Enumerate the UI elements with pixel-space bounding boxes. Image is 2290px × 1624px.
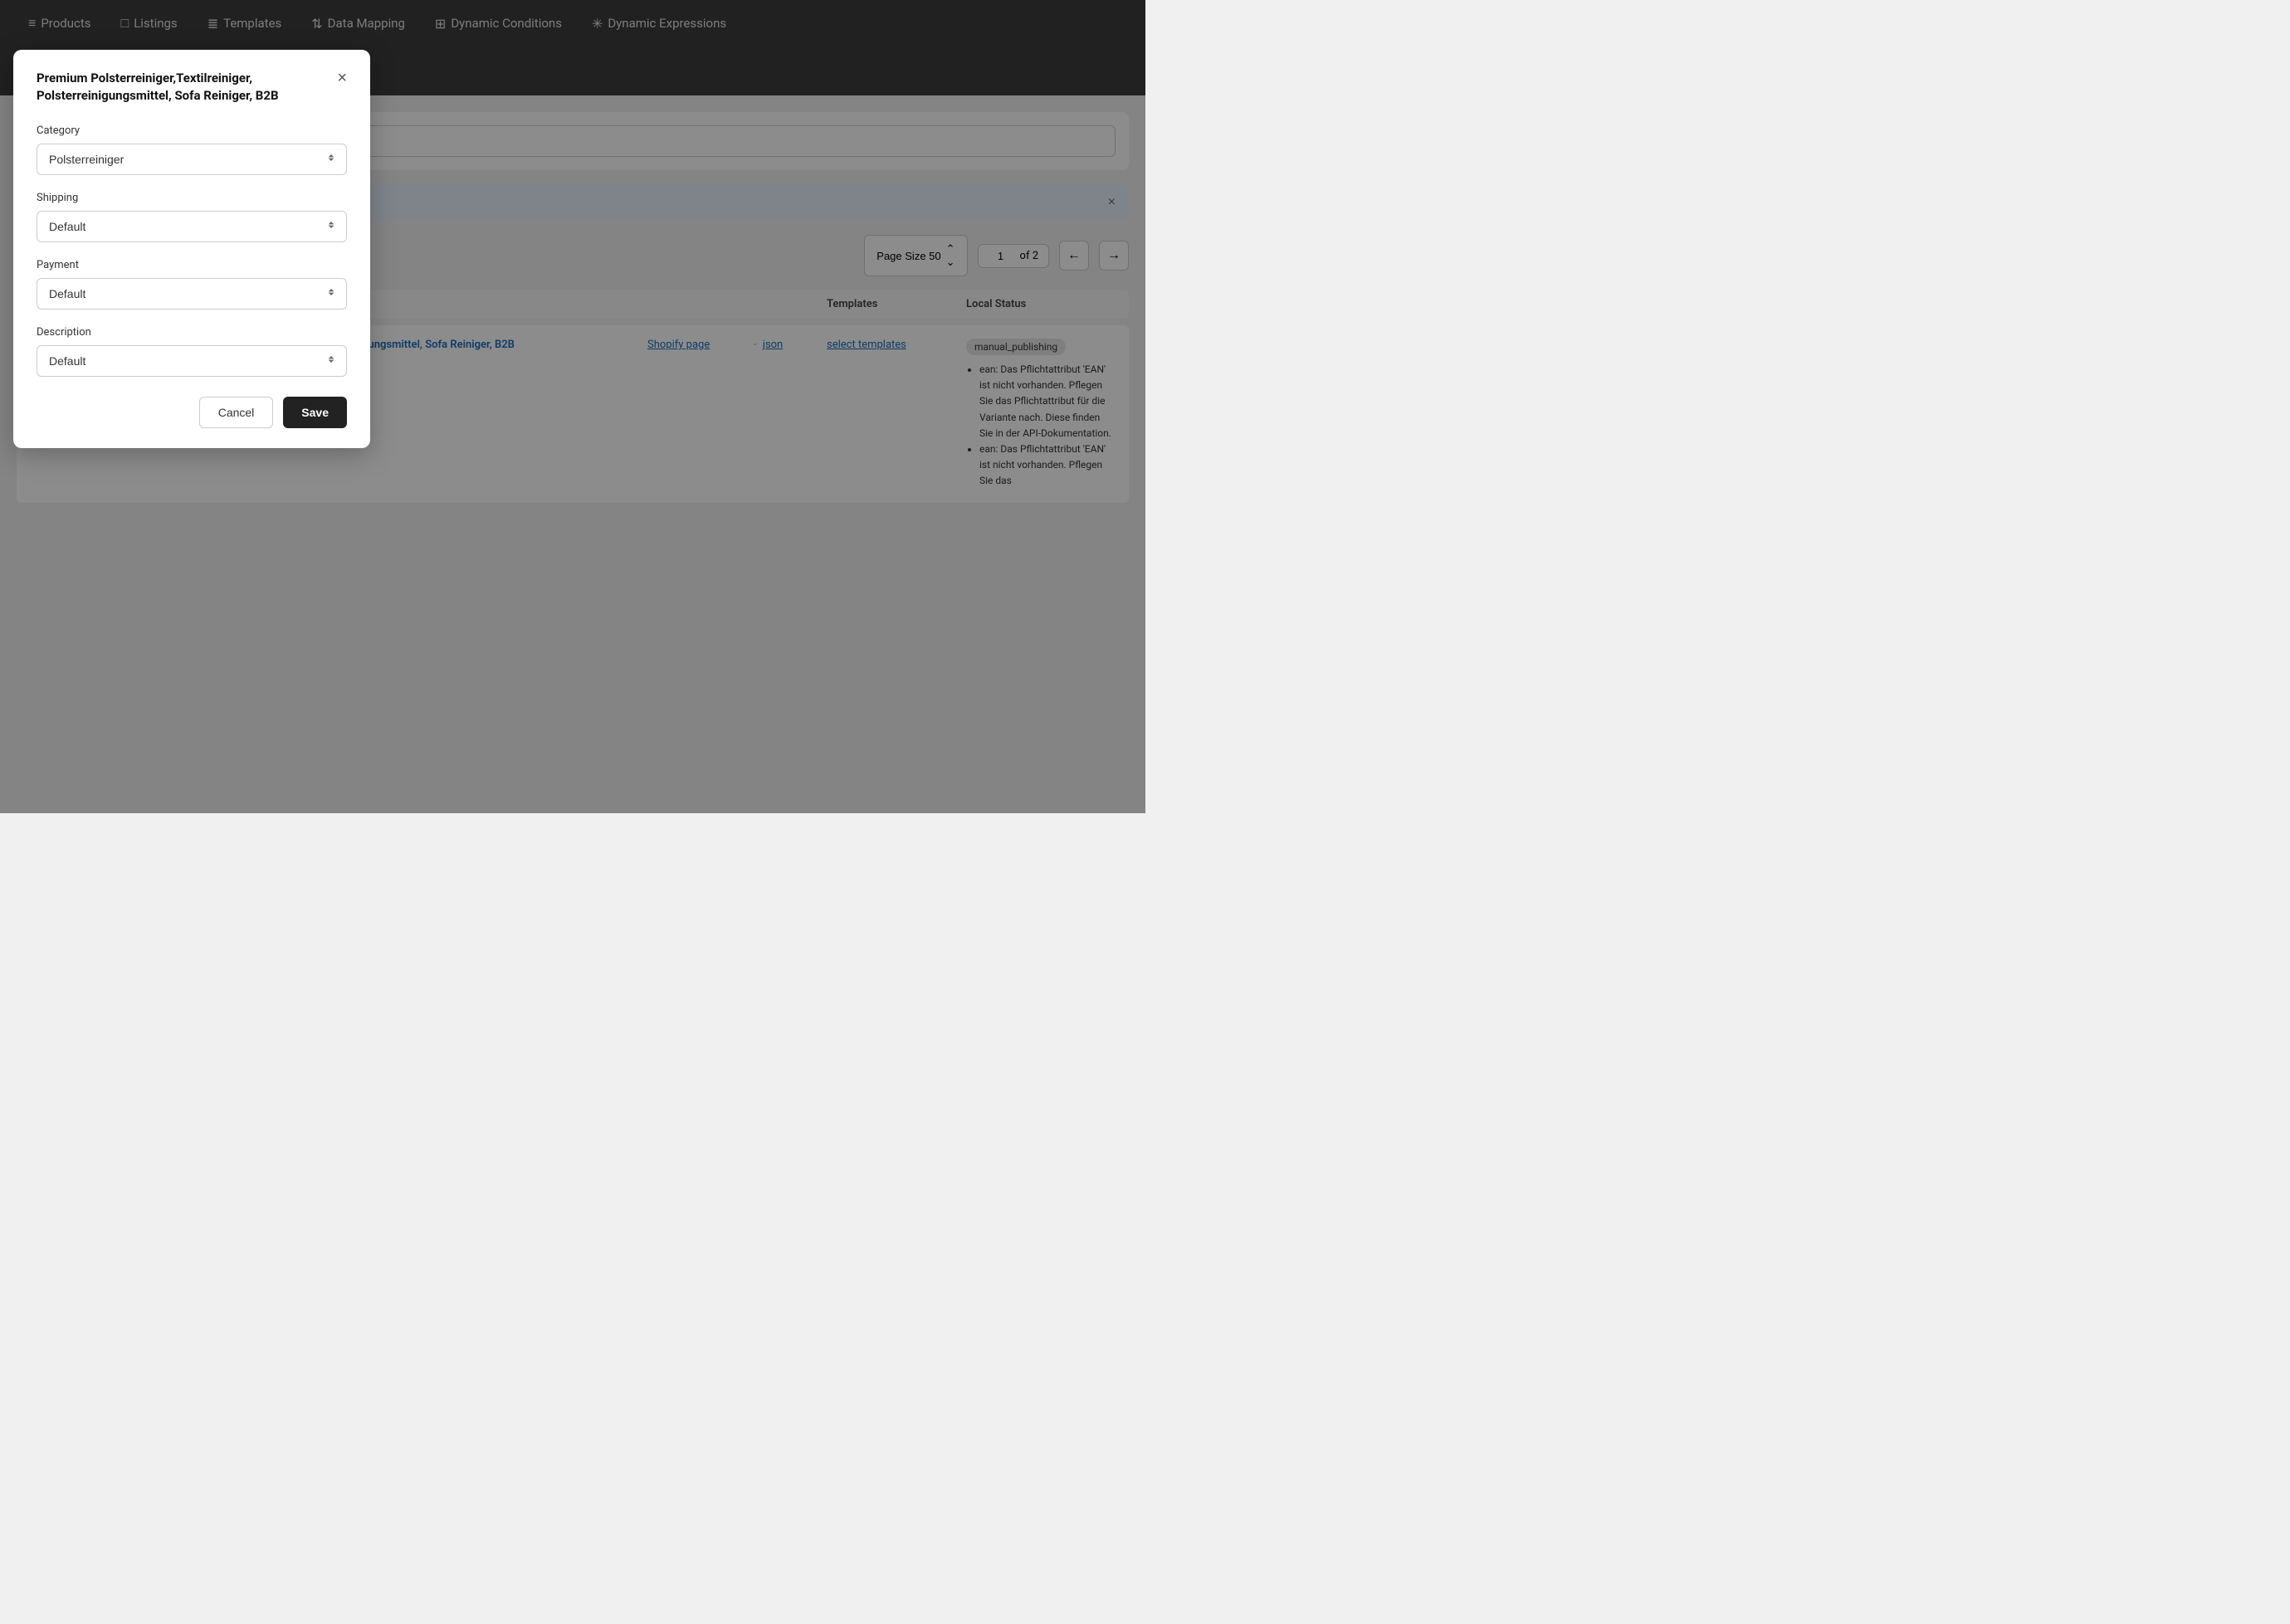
description-select[interactable]: Default — [37, 345, 347, 377]
shipping-field-group: Shipping Default — [37, 192, 347, 242]
payment-label: Payment — [37, 259, 347, 271]
category-select[interactable]: Polsterreiniger — [37, 144, 347, 175]
modal-dialog: Premium Polsterreiniger,Textilreiniger, … — [13, 50, 370, 448]
category-field-group: Category Polsterreiniger — [37, 124, 347, 175]
save-button[interactable]: Save — [283, 397, 347, 428]
modal-header: Premium Polsterreiniger,Textilreiniger, … — [37, 70, 347, 105]
description-field-group: Description Default — [37, 326, 347, 377]
modal-title: Premium Polsterreiniger,Textilreiniger, … — [37, 70, 337, 105]
modal-close-button[interactable]: × — [337, 70, 347, 86]
payment-select[interactable]: Default — [37, 278, 347, 310]
category-label: Category — [37, 124, 347, 137]
modal-footer: Cancel Save — [37, 397, 347, 428]
shipping-select[interactable]: Default — [37, 211, 347, 242]
shipping-label: Shipping — [37, 192, 347, 204]
cancel-button[interactable]: Cancel — [199, 397, 274, 428]
description-label: Description — [37, 326, 347, 339]
payment-field-group: Payment Default — [37, 259, 347, 310]
